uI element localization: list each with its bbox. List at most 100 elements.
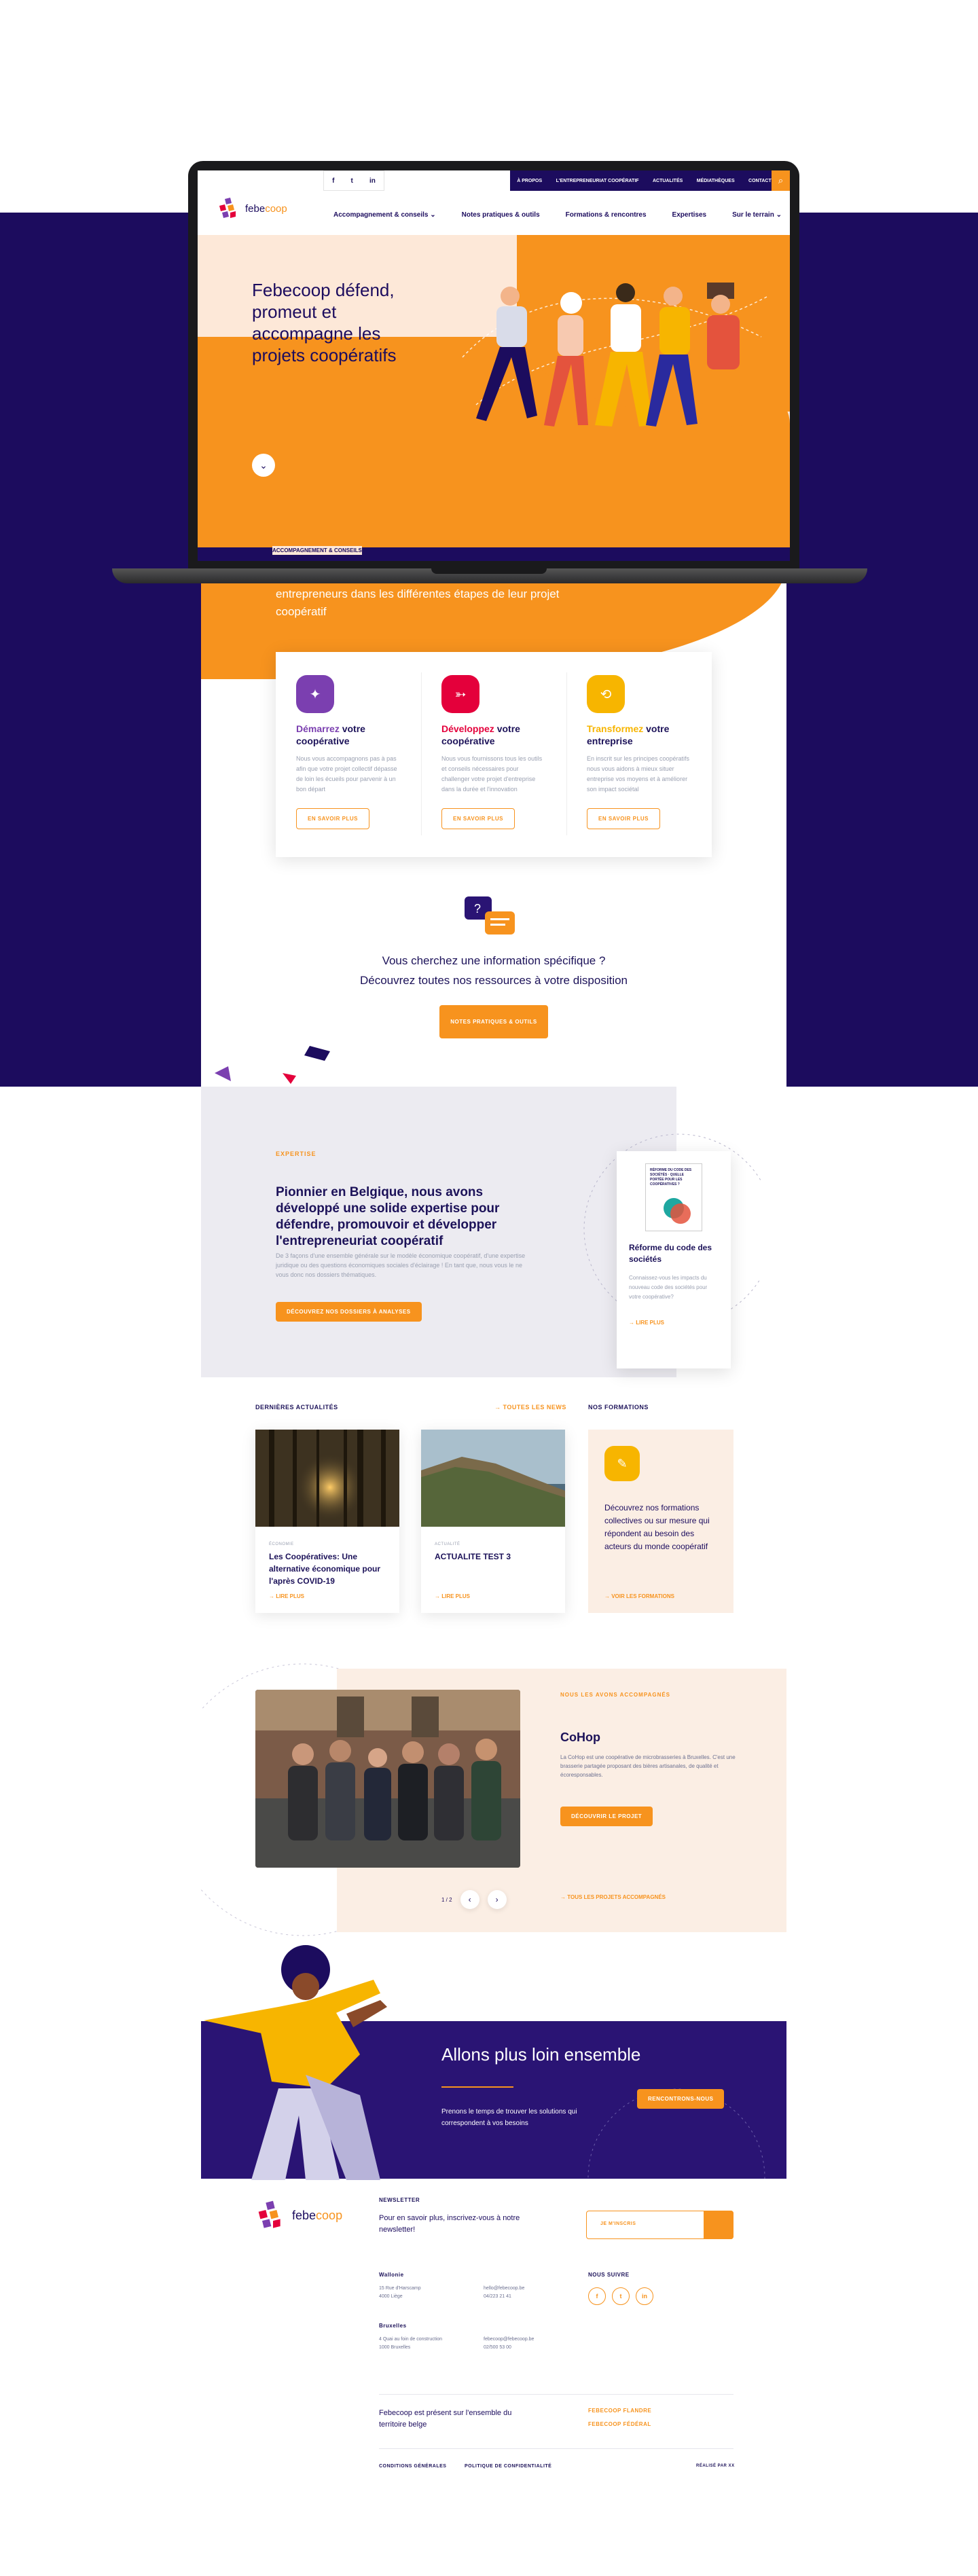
divider: [379, 2394, 734, 2395]
top-menu-contact[interactable]: CONTACT: [748, 179, 772, 183]
top-bar: f t in À PROPOS L'ENTREPRENEURIAT COOPÉR…: [198, 170, 790, 191]
nav-accompagnement[interactable]: Accompagnement & conseils ⌄: [333, 211, 436, 219]
top-menu-mediatheques[interactable]: MÉDIATHÈQUES: [697, 179, 735, 183]
twitter-icon[interactable]: t: [351, 177, 353, 185]
news-more-link[interactable]: → LIRE PLUS: [269, 1593, 304, 1599]
expertise-tag: EXPERTISE: [276, 1150, 316, 1157]
news-category: ACTUALITÉ: [435, 1542, 460, 1546]
person-2: [544, 292, 588, 427]
news-label: DERNIÈRES ACTUALITÉS: [255, 1404, 338, 1411]
privacy-link[interactable]: POLITIQUE DE CONFIDENTIALITÉ: [465, 2464, 551, 2469]
card-demarrez: ✦ Démarrez votre coopérative Nous vous a…: [276, 652, 421, 857]
twitter-icon[interactable]: t: [612, 2287, 630, 2305]
nav-formations[interactable]: Formations & rencontres: [566, 211, 647, 219]
arrow-right-icon: ›: [717, 2232, 719, 2237]
presence-text: Febecoop est présent sur l'ensemble du t…: [379, 2409, 512, 2429]
formations-card[interactable]: ✎ Découvrez nos formations collectives o…: [588, 1430, 734, 1613]
expertise-text: De 3 façons d'une ensemble générale sur …: [276, 1252, 526, 1278]
logo-text: febecoop: [292, 2208, 343, 2222]
conditions-link[interactable]: CONDITIONS GÉNÉRALES: [379, 2464, 446, 2469]
card-text: En inscrit sur les principes coopératifs…: [587, 755, 690, 793]
project-pager: 1 / 2 ‹ ›: [441, 1890, 507, 1909]
laptop-mockup: f t in À PROPOS L'ENTREPRENEURIAT COOPÉR…: [188, 161, 799, 568]
search-button[interactable]: ⌕: [772, 170, 790, 191]
facebook-icon[interactable]: f: [332, 177, 334, 185]
news-more-link[interactable]: → LIRE PLUS: [435, 1593, 470, 1599]
dancing-people-illustration: [204, 1945, 387, 2180]
newsletter-input[interactable]: JE M'INSCRIS ›: [586, 2211, 734, 2239]
bruxelles-address: 4 Quai au foin de construction 1000 Brux…: [379, 2337, 443, 2350]
graduation-icon: ✎: [604, 1446, 640, 1481]
cta-title: Allons plus loin ensemble: [441, 2044, 641, 2065]
card-more-button[interactable]: EN SAVOIR PLUS: [441, 808, 515, 829]
news-title: Les Coopératives: Une alternative économ…: [269, 1552, 381, 1586]
project-text: La CoHop est une coopérative de microbra…: [560, 1754, 736, 1778]
bruxelles-contact[interactable]: febecoop@febecoop.be 02/500 53 00: [484, 2336, 534, 2352]
newsletter-submit-button[interactable]: ›: [704, 2211, 734, 2239]
card-developpez: ➳ Développez votre coopérative Nous vous…: [421, 652, 566, 857]
hero-illustration: [462, 283, 769, 427]
card-transformez: ⟲ Transformez votre entreprise En inscri…: [566, 652, 712, 857]
person-1: [476, 287, 537, 421]
nav-notes[interactable]: Notes pratiques & outils: [462, 211, 540, 219]
resources-line2: Découvrez toutes nos ressources à votre …: [359, 974, 628, 987]
facebook-icon[interactable]: f: [588, 2287, 606, 2305]
follow-label: NOUS SUIVRE: [588, 2272, 630, 2278]
publication-more-link[interactable]: → LIRE PLUS: [629, 1320, 719, 1326]
service-cards: ✦ Démarrez votre coopérative Nous vous a…: [276, 652, 712, 857]
all-projects-link[interactable]: → TOUS LES PROJETS ACCOMPAGNÉS: [560, 1894, 666, 1900]
publication-card[interactable]: RÉFORME DU CODE DES SOCIÉTÉS · QUELLE PO…: [617, 1151, 731, 1368]
news-card[interactable]: ÉCONOMIE Les Coopératives: Une alternati…: [255, 1430, 399, 1613]
logo-mark: [258, 2200, 280, 2228]
top-menu-about[interactable]: À PROPOS: [517, 179, 542, 183]
svg-text:?: ?: [474, 902, 481, 915]
main-nav: Accompagnement & conseils ⌄ Notes pratiq…: [333, 211, 782, 219]
febecoop-federal-link[interactable]: FEBECOOP FÉDÉRAL: [588, 2421, 651, 2427]
social-links: f t in: [323, 170, 384, 191]
prev-button[interactable]: ‹: [460, 1890, 479, 1909]
wallonie-contact[interactable]: hello@febecoop.be 04/223 21 41: [484, 2285, 524, 2301]
project-photo: [255, 1690, 520, 1868]
person-3: [595, 283, 653, 427]
divider: [379, 2448, 734, 2449]
hero-title: Febecoop défend, promeut et accompagne l…: [252, 280, 397, 365]
news-image-cliff: [421, 1430, 565, 1527]
logo[interactable]: febecoop: [218, 196, 287, 221]
nav-terrain[interactable]: Sur le terrain ⌄: [732, 211, 782, 219]
linkedin-icon[interactable]: in: [636, 2287, 653, 2305]
subhero-text: entrepreneurs dans les différentes étape…: [276, 587, 560, 618]
linkedin-icon[interactable]: in: [369, 177, 376, 185]
nav-expertises[interactable]: Expertises: [672, 211, 707, 219]
card-more-button[interactable]: EN SAVOIR PLUS: [587, 808, 660, 829]
febecoop-flandre-link[interactable]: FEBECOOP FLANDRE: [588, 2408, 651, 2414]
formations-text: Découvrez nos formations collectives ou …: [604, 1503, 710, 1551]
top-menu-actualites[interactable]: ACTUALITÉS: [653, 179, 683, 183]
card-more-button[interactable]: EN SAVOIR PLUS: [296, 808, 369, 829]
newsletter-text: Pour en savoir plus, inscrivez-vous à no…: [379, 2214, 520, 2234]
chevron-left-icon: ‹: [468, 1895, 471, 1904]
expertise-button[interactable]: DÉCOUVREZ NOS DOSSIERS À ANALYSES: [276, 1302, 422, 1322]
chat-question-icon: ?: [465, 896, 515, 935]
resources-button[interactable]: NOTES PRATIQUES & OUTILS: [439, 1005, 548, 1038]
news-card[interactable]: ACTUALITÉ ACTUALITE TEST 3 → LIRE PLUS: [421, 1430, 565, 1613]
newsletter-label: NEWSLETTER: [379, 2197, 420, 2203]
wallonie-label: Wallonie: [379, 2272, 404, 2278]
person-4: [646, 287, 698, 427]
footer-logo[interactable]: febecoop: [257, 2199, 342, 2232]
cta-button[interactable]: RENCONTRONS-NOUS: [637, 2089, 725, 2109]
chevron-right-icon: ›: [495, 1895, 499, 1904]
news-category: ÉCONOMIE: [269, 1542, 294, 1546]
formations-more-link[interactable]: → VOIR LES FORMATIONS: [604, 1593, 674, 1599]
cta-underline: [441, 2086, 513, 2088]
next-button[interactable]: ›: [487, 1890, 507, 1909]
top-menu-entrepreneuriat[interactable]: L'ENTREPRENEURIAT COOPÉRATIF: [556, 179, 639, 183]
all-news-link[interactable]: → TOUTES LES NEWS: [494, 1404, 566, 1411]
project-tag: NOUS LES AVONS ACCOMPAGNÉS: [560, 1692, 671, 1698]
project-button[interactable]: DÉCOUVRIR LE PROJET: [560, 1807, 653, 1826]
card-title: Transformez votre entreprise: [587, 723, 670, 746]
scroll-down-button[interactable]: ⌄: [252, 454, 275, 477]
wallonie-address: 15 Rue d'Harscamp 4000 Liège: [379, 2286, 421, 2299]
person-5: [700, 283, 742, 427]
newsletter-placeholder: JE M'INSCRIS: [600, 2221, 636, 2226]
logo-mark: [219, 198, 236, 218]
